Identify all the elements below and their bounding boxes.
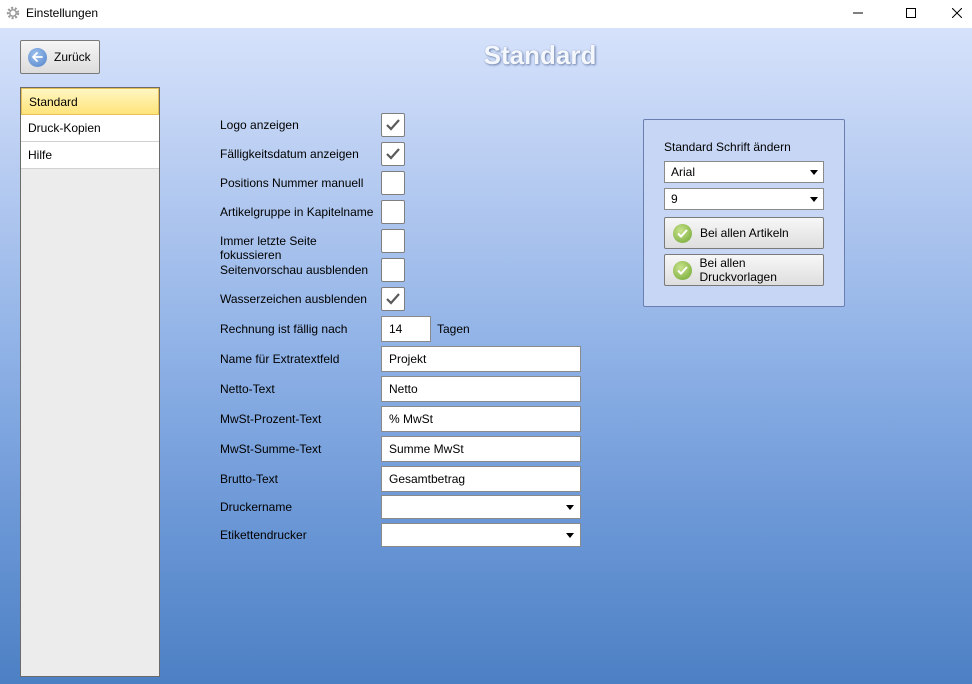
sidebar-item-label: Hilfe (28, 148, 53, 162)
sidebar-item-hilfe[interactable]: Hilfe (21, 142, 159, 169)
checkmark-icon (386, 148, 400, 160)
net-text-input[interactable]: Netto (381, 376, 581, 402)
form-row-article-group: Artikelgruppe in Kapitelname (220, 205, 380, 219)
form-row-logo: Logo anzeigen (220, 118, 380, 132)
sidebar-item-druck-kopien[interactable]: Druck-Kopien (21, 115, 159, 142)
back-button[interactable]: Zurück (20, 40, 100, 74)
form-row-net-text: Netto-Text (220, 382, 380, 396)
net-text-label: Netto-Text (220, 382, 275, 396)
chevron-down-icon (566, 505, 574, 510)
due-date-label: Fälligkeitsdatum anzeigen (220, 147, 359, 161)
font-family-select[interactable]: Arial (664, 161, 824, 183)
form-row-hide-watermark: Wasserzeichen ausblenden (220, 292, 380, 306)
extra-text-input[interactable]: Projekt (381, 346, 581, 372)
due-days-input[interactable]: 14 (381, 316, 431, 342)
minimize-icon (853, 12, 863, 14)
hide-preview-checkbox[interactable] (381, 258, 405, 282)
vat-sum-input[interactable]: Summe MwSt (381, 436, 581, 462)
minimize-button[interactable] (835, 0, 881, 26)
font-size-value: 9 (671, 192, 678, 206)
logo-checkbox[interactable] (381, 113, 405, 137)
form-row-extra-text: Name für Extratextfeld (220, 352, 380, 366)
form-row-focus-last-page: Immer letzte Seite fokussieren (220, 234, 380, 262)
form-row-gross-text: Brutto-Text (220, 472, 380, 486)
window-titlebar: Einstellungen (0, 0, 972, 26)
position-number-label: Positions Nummer manuell (220, 176, 364, 190)
vat-sum-label: MwSt-Summe-Text (220, 442, 322, 456)
chevron-down-icon (566, 533, 574, 538)
due-days-unit: Tagen (437, 322, 470, 336)
form-row-vat-percent: MwSt-Prozent-Text (220, 412, 380, 426)
due-days-label: Rechnung ist fällig nach (220, 322, 348, 336)
back-arrow-icon (28, 47, 47, 67)
checkmark-icon (386, 119, 400, 131)
check-circle-icon (673, 260, 692, 280)
position-number-checkbox[interactable] (381, 171, 405, 195)
apply-all-templates-label: Bei allen Druckvorlagen (699, 256, 777, 284)
gross-text-label: Brutto-Text (220, 472, 279, 486)
hide-watermark-label: Wasserzeichen ausblenden (220, 292, 367, 306)
checkmark-icon (386, 293, 400, 305)
chevron-down-icon (810, 170, 818, 175)
focus-last-page-label: Immer letzte Seite fokussieren (220, 234, 317, 262)
sidebar-nav: Standard Druck-Kopien Hilfe (20, 87, 160, 677)
settings-client-area: Zurück Standard Standard Druck-Kopien Hi… (0, 28, 972, 684)
focus-last-page-checkbox[interactable] (381, 229, 405, 253)
article-group-label: Artikelgruppe in Kapitelname (220, 205, 374, 219)
window-title: Einstellungen (26, 6, 99, 20)
font-settings-panel: Standard Schrift ändern Arial 9 Bei alle… (643, 119, 845, 307)
close-button[interactable] (934, 0, 972, 26)
label-printer-select[interactable] (381, 523, 581, 547)
check-circle-icon (673, 223, 692, 243)
printer-select[interactable] (381, 495, 581, 519)
form-row-label-printer: Etikettendrucker (220, 528, 380, 542)
font-panel-title: Standard Schrift ändern (664, 140, 791, 154)
sidebar-item-standard[interactable]: Standard (21, 88, 159, 115)
article-group-checkbox[interactable] (381, 200, 405, 224)
apply-all-templates-button[interactable]: Bei allen Druckvorlagen (664, 254, 824, 286)
logo-label: Logo anzeigen (220, 118, 299, 132)
due-date-checkbox[interactable] (381, 142, 405, 166)
gross-text-input[interactable]: Gesamtbetrag (381, 466, 581, 492)
maximize-button[interactable] (888, 0, 934, 26)
apply-all-articles-label: Bei allen Artikeln (700, 226, 789, 240)
printer-label: Druckername (220, 500, 293, 514)
hide-preview-label: Seitenvorschau ausblenden (220, 263, 369, 277)
sidebar-item-label: Standard (29, 94, 78, 109)
hide-watermark-checkbox[interactable] (381, 287, 405, 311)
maximize-icon (906, 8, 916, 18)
page-title: Standard (483, 40, 597, 70)
form-row-due-date: Fälligkeitsdatum anzeigen (220, 147, 380, 161)
sidebar-item-label: Druck-Kopien (28, 121, 101, 135)
vat-percent-input[interactable]: % MwSt (381, 406, 581, 432)
extra-text-label: Name für Extratextfeld (220, 352, 340, 366)
back-button-label: Zurück (54, 50, 91, 64)
form-row-printer: Druckername (220, 500, 380, 514)
apply-all-articles-button[interactable]: Bei allen Artikeln (664, 217, 824, 249)
vat-percent-label: MwSt-Prozent-Text (220, 412, 322, 426)
form-row-position-number: Positions Nummer manuell (220, 176, 380, 190)
form-row-hide-preview: Seitenvorschau ausblenden (220, 263, 380, 277)
font-size-select[interactable]: 9 (664, 188, 824, 210)
label-printer-label: Etikettendrucker (220, 528, 307, 542)
gear-icon (6, 6, 20, 20)
chevron-down-icon (810, 197, 818, 202)
font-family-value: Arial (671, 165, 696, 179)
form-row-vat-sum: MwSt-Summe-Text (220, 442, 380, 456)
close-icon (952, 8, 962, 18)
form-row-due-days: Rechnung ist fällig nach (220, 322, 380, 336)
